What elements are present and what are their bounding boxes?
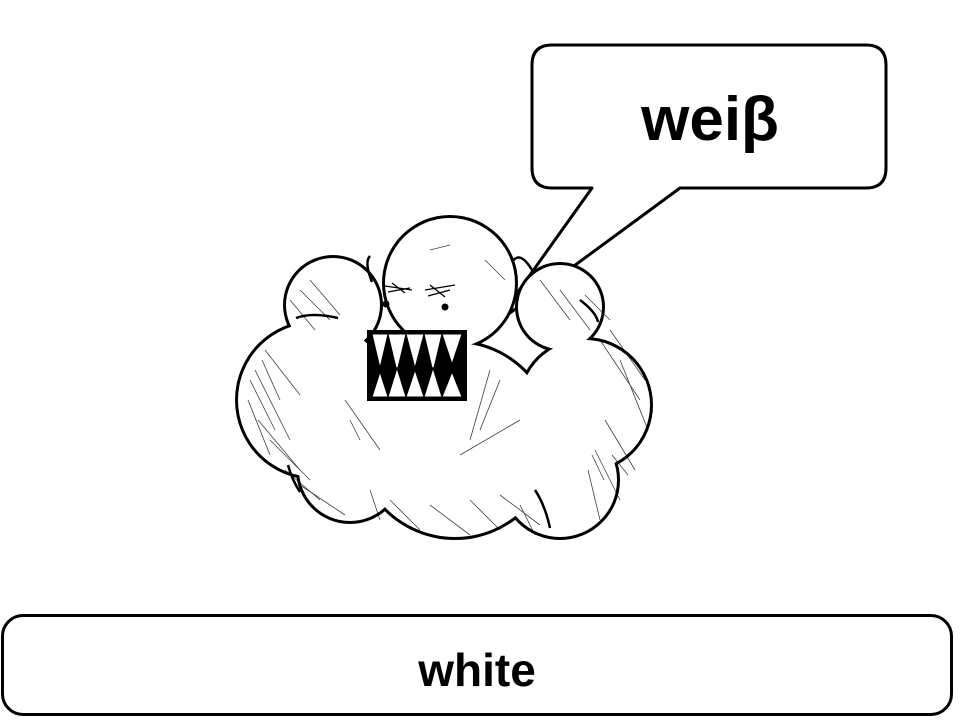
caption-box: white [1, 614, 953, 716]
speech-bubble-text: weiβ [641, 85, 779, 154]
caption-text: white [418, 644, 536, 696]
left-eye-icon [382, 300, 390, 308]
right-eye-icon [441, 303, 449, 311]
